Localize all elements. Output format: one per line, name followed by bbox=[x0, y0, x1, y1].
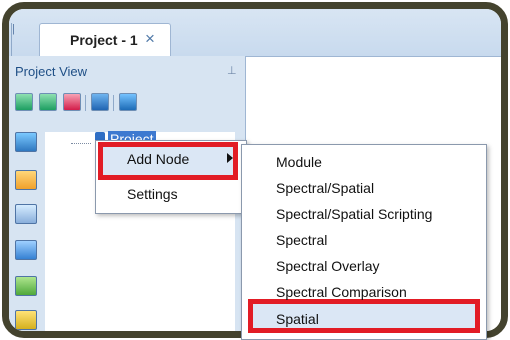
stop-icon[interactable] bbox=[63, 93, 81, 111]
toolbar-divider bbox=[113, 95, 114, 111]
highlight-box-add-node bbox=[98, 142, 238, 180]
submenu-item-spectral[interactable]: Spectral bbox=[276, 232, 327, 248]
add-node-submenu: Module Spectral/Spatial Spectral/Spatial… bbox=[241, 144, 487, 340]
spatial-node-icon[interactable] bbox=[15, 204, 37, 224]
tab-label: Project - 1 bbox=[70, 32, 138, 48]
submenu-item-spatial[interactable]: Spatial bbox=[276, 311, 319, 327]
submenu-item-module[interactable]: Module bbox=[276, 154, 322, 170]
pin-icon[interactable]: ⊥ bbox=[227, 64, 237, 77]
search-icon[interactable] bbox=[119, 93, 137, 111]
step-icon[interactable] bbox=[39, 93, 57, 111]
tab-bar: | Project - 1 × bbox=[9, 9, 501, 57]
toolbar-divider bbox=[85, 95, 86, 111]
submenu-item-spectral-spatial-scripting[interactable]: Spectral/Spatial Scripting bbox=[276, 206, 432, 222]
module-node-icon[interactable] bbox=[15, 132, 37, 152]
panel-title: Project View bbox=[15, 64, 88, 79]
spectral-overlay-node-icon[interactable] bbox=[15, 276, 37, 296]
tab-project-1[interactable]: Project - 1 × bbox=[39, 23, 171, 57]
panel-toolbar bbox=[15, 93, 173, 117]
tab-scroll-left-glyph: | bbox=[12, 23, 15, 35]
menu-item-settings[interactable]: Settings bbox=[127, 186, 178, 202]
gear-icon[interactable] bbox=[91, 93, 109, 111]
submenu-item-spectral-comparison[interactable]: Spectral Comparison bbox=[276, 284, 407, 300]
spectral-spatial-node-icon[interactable] bbox=[15, 170, 37, 190]
node-type-sidebar bbox=[15, 132, 39, 331]
submenu-item-spectral-spatial[interactable]: Spectral/Spatial bbox=[276, 180, 374, 196]
submenu-item-spectral-overlay[interactable]: Spectral Overlay bbox=[276, 258, 379, 274]
close-icon[interactable]: × bbox=[145, 29, 155, 49]
tab-scroll-left-icon[interactable]: | bbox=[11, 23, 21, 56]
run-icon[interactable] bbox=[15, 93, 33, 111]
tree-connector bbox=[71, 135, 91, 144]
spectral-node-icon[interactable] bbox=[15, 240, 37, 260]
spectral-comparison-node-icon[interactable] bbox=[15, 310, 37, 330]
